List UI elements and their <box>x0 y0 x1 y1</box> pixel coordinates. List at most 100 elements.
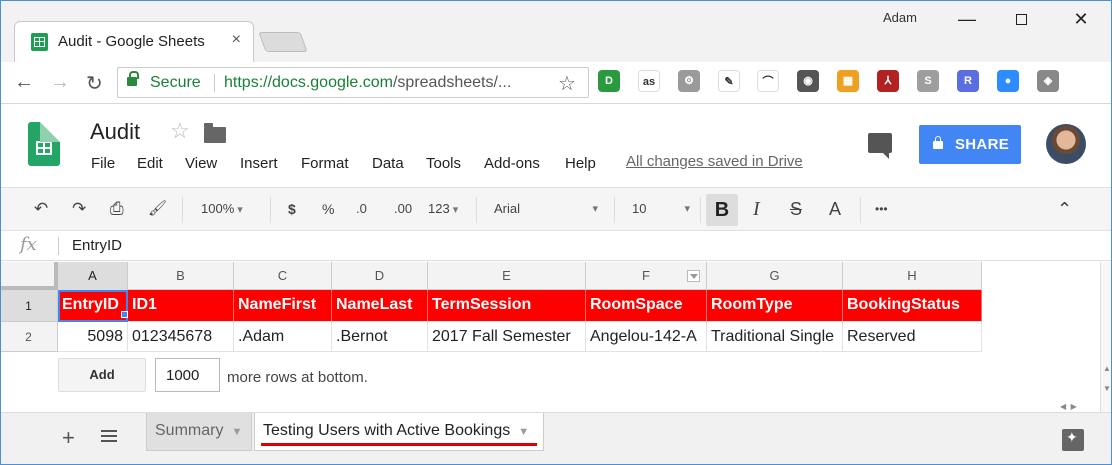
move-folder-icon[interactable] <box>204 123 226 143</box>
collapse-menus-icon[interactable]: ⌃ <box>1057 198 1072 220</box>
zoom-select[interactable]: 100% <box>201 198 243 220</box>
account-avatar[interactable] <box>1046 124 1086 164</box>
shield-extension-icon[interactable]: ◈ <box>1037 70 1059 92</box>
column-header-a[interactable]: A <box>58 262 128 290</box>
reload-button[interactable]: ↻ <box>86 71 103 96</box>
strikethrough-button[interactable]: S <box>790 198 802 220</box>
header-cell-f1[interactable]: RoomSpace <box>586 290 707 322</box>
explore-icon[interactable] <box>1062 429 1084 451</box>
cell-d2[interactable]: .Bernot <box>332 322 428 352</box>
increase-decimal-button[interactable]: .00 <box>394 198 412 220</box>
bulb-extension-icon[interactable]: ◉ <box>797 70 819 92</box>
bold-button[interactable]: B <box>706 194 738 226</box>
chevron-down-icon[interactable]: ▼ <box>518 426 529 438</box>
cell-a2[interactable]: 5098 <box>58 322 128 352</box>
text-color-button[interactable]: A <box>829 198 841 220</box>
cell-g2[interactable]: Traditional Single <box>707 322 843 352</box>
new-tab-button[interactable] <box>258 32 308 52</box>
cell-b2[interactable]: 012345678 <box>128 322 234 352</box>
bookmark-star-icon[interactable]: ☆ <box>558 71 576 96</box>
scroll-down-icon[interactable]: ▼ <box>1103 384 1111 393</box>
comments-icon[interactable] <box>868 133 892 159</box>
aws-extension-icon[interactable]: ▦ <box>837 70 859 92</box>
back-button[interactable]: ← <box>14 71 34 94</box>
tab-close-icon[interactable]: × <box>232 31 241 49</box>
select-all-corner[interactable] <box>0 262 58 290</box>
scroll-left-icon[interactable]: ◀ <box>1060 402 1066 411</box>
menu-data[interactable]: Data <box>372 155 404 172</box>
rainbow-extension-icon[interactable]: ⌒ <box>757 70 779 92</box>
colorpicker-extension-icon[interactable]: ✎ <box>718 70 740 92</box>
paint-format-icon[interactable]: 🖌 <box>148 198 167 220</box>
minimize-button[interactable]: — <box>944 6 990 32</box>
settings-extension-icon[interactable]: ⚙ <box>678 70 700 92</box>
horizontal-scrollbar[interactable]: ◀ ▶ <box>1060 402 1100 412</box>
cell-e2[interactable]: 2017 Fall Semester <box>428 322 586 352</box>
fill-handle[interactable] <box>121 311 128 318</box>
redo-icon[interactable]: ↷ <box>72 198 86 220</box>
row-header[interactable]: 2 <box>0 322 58 352</box>
more-options-icon[interactable]: ••• <box>875 198 888 220</box>
sheets-logo-icon[interactable] <box>28 122 60 166</box>
close-window-button[interactable]: ✕ <box>1058 6 1104 32</box>
s-extension-icon[interactable]: S <box>917 70 939 92</box>
menu-file[interactable]: File <box>91 155 115 172</box>
forward-button[interactable]: → <box>50 71 70 94</box>
more-formats-select[interactable]: 123 <box>428 198 458 220</box>
cell-c2[interactable]: .Adam <box>234 322 332 352</box>
document-title[interactable]: Audit <box>90 119 140 145</box>
lastfm-extension-icon[interactable]: as <box>638 70 660 92</box>
add-rows-button[interactable]: Add <box>58 358 146 392</box>
font-size-select[interactable]: 10 <box>632 198 690 220</box>
column-header-e[interactable]: E <box>428 262 586 290</box>
currency-format-button[interactable]: $ <box>288 198 296 220</box>
add-sheet-icon[interactable]: + <box>62 425 75 451</box>
font-select[interactable]: Arial <box>494 198 598 220</box>
header-cell-b1[interactable]: ID1 <box>128 290 234 322</box>
cell-h2[interactable]: Reserved <box>843 322 982 352</box>
all-sheets-icon[interactable] <box>101 430 117 443</box>
zoom-extension-icon[interactable]: ● <box>997 70 1019 92</box>
sheet-tab-testing-users[interactable]: Testing Users with Active Bookings ▼ <box>254 413 544 451</box>
profile-name[interactable]: Adam <box>883 10 917 25</box>
maximize-button[interactable] <box>998 6 1044 32</box>
header-cell-d1[interactable]: NameLast <box>332 290 428 322</box>
save-status-link[interactable]: All changes saved in Drive <box>626 153 803 170</box>
column-header-h[interactable]: H <box>843 262 982 290</box>
column-header-c[interactable]: C <box>234 262 332 290</box>
address-bar[interactable]: Secure https://docs.google.com/spreadshe… <box>117 67 589 98</box>
header-cell-h1[interactable]: BookingStatus <box>843 290 982 322</box>
scroll-right-icon[interactable]: ▶ <box>1071 402 1077 411</box>
column-header-f[interactable]: F <box>586 262 707 290</box>
column-header-g[interactable]: G <box>707 262 843 290</box>
star-document-icon[interactable]: ☆ <box>170 118 190 144</box>
column-header-b[interactable]: B <box>128 262 234 290</box>
header-cell-c1[interactable]: NameFirst <box>234 290 332 322</box>
scroll-up-icon[interactable]: ▲ <box>1103 364 1111 373</box>
cell-f2[interactable]: Angelou-142-A <box>586 322 707 352</box>
menu-format[interactable]: Format <box>301 155 349 172</box>
header-cell-e1[interactable]: TermSession <box>428 290 586 322</box>
filter-icon[interactable] <box>687 270 700 282</box>
row-header[interactable]: 1 <box>0 290 58 322</box>
menu-view[interactable]: View <box>185 155 217 172</box>
menu-edit[interactable]: Edit <box>137 155 163 172</box>
menu-help[interactable]: Help <box>565 155 596 172</box>
decrease-decimal-button[interactable]: .0 <box>356 198 367 220</box>
share-button[interactable]: SHARE <box>919 125 1021 164</box>
sheet-tab-summary[interactable]: Summary ▼ <box>146 413 252 451</box>
header-cell-g1[interactable]: RoomType <box>707 290 843 322</box>
undo-icon[interactable]: ↶ <box>34 198 48 220</box>
menu-insert[interactable]: Insert <box>240 155 278 172</box>
1password-extension-icon[interactable]: D <box>598 70 620 92</box>
browser-tab[interactable]: Audit - Google Sheets × <box>14 21 254 62</box>
vertical-scrollbar[interactable]: ▲ ▼ <box>1100 262 1112 412</box>
menu-tools[interactable]: Tools <box>426 155 461 172</box>
chevron-down-icon[interactable]: ▼ <box>231 426 242 438</box>
percent-format-button[interactable]: % <box>322 198 334 220</box>
formula-input[interactable]: EntryID <box>72 237 122 254</box>
italic-button[interactable]: I <box>753 198 760 220</box>
header-cell-a1[interactable]: EntryID <box>58 290 128 322</box>
print-icon[interactable]: ⎙ <box>110 198 124 220</box>
rows-count-input[interactable] <box>155 358 220 392</box>
